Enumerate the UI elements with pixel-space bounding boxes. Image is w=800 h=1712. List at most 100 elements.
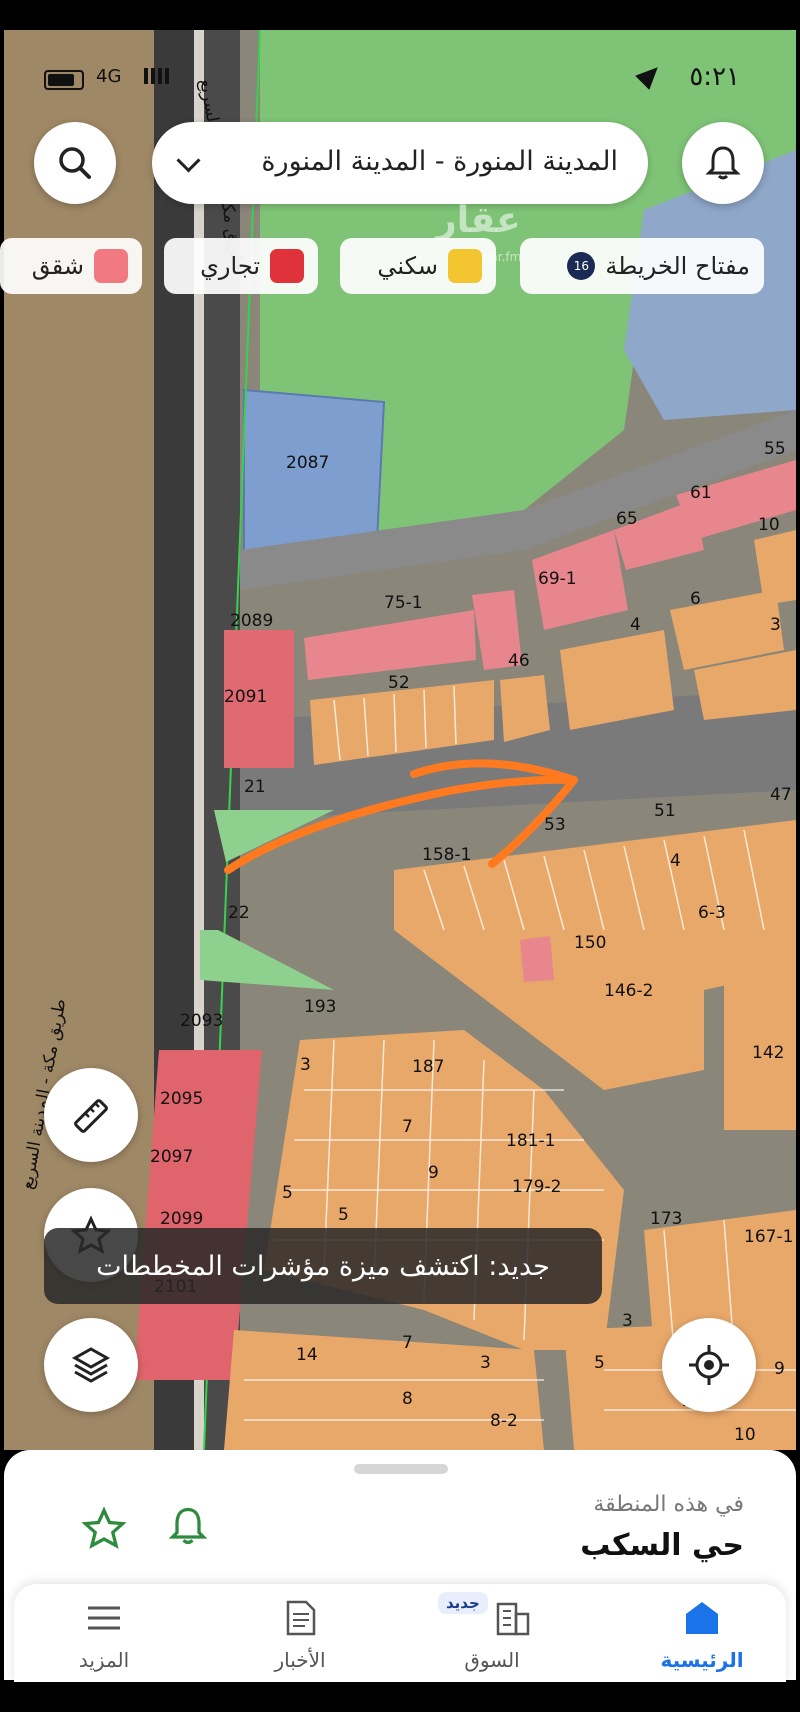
building-icon [496,1602,530,1636]
signal-icon [144,68,169,84]
my-location-button[interactable] [662,1318,756,1412]
plot-number-label: 179-2 [512,1177,561,1197]
legend-residential[interactable]: سكني [340,238,496,294]
map-key-label: مفتاح الخريطة [605,252,750,280]
residential-swatch [448,249,482,283]
legend-label: شقق [31,252,84,280]
plot-number-label: 47 [770,785,792,805]
crosshair-icon [689,1345,729,1385]
plot-number-label: 75-1 [384,593,423,613]
bell-icon [705,146,741,180]
market-new-badge: جديد [438,1592,488,1614]
nav-home[interactable]: الرئيسية [642,1592,762,1678]
favorite-area-button[interactable] [81,1506,132,1556]
menu-icon [88,1606,120,1630]
plot-number-label: 53 [544,815,566,835]
plot-number-label: 46 [508,651,530,671]
legend-apartments[interactable]: شقق [0,238,142,294]
location-arrow-icon [635,60,665,90]
plot-number-label: 21 [244,777,266,797]
location-label: المدينة المنورة - المدينة المنورة [261,146,618,177]
plot-number-label: 2095 [160,1089,203,1109]
nav-news-label: الأخبار [274,1648,326,1672]
plot-number-label: 5 [338,1205,349,1225]
commercial-swatch [270,249,304,283]
plot-number-label: 146-2 [604,981,653,1001]
home-icon [686,1602,718,1634]
plot-number-label: 4 [670,851,681,871]
feature-toast[interactable]: جديد: اكتشف ميزة مؤشرات المخططات [44,1228,602,1304]
notifications-button[interactable] [682,122,764,204]
sheet-drag-handle[interactable] [354,1464,448,1474]
nav-home-label: الرئيسية [660,1648,744,1672]
plot-number-label: 69-1 [538,569,577,589]
plot-number-label: 3 [480,1353,491,1373]
plot-number-label: 9 [428,1163,439,1183]
plot-number-label: 187 [412,1057,444,1077]
plot-number-label: 3 [622,1311,633,1331]
nav-news[interactable]: الأخبار [240,1592,360,1678]
plot-number-label: 10 [758,515,780,535]
plot-number-label: 181-1 [506,1131,555,1151]
plot-number-label: 14 [296,1345,318,1365]
location-selector[interactable]: المدينة المنورة - المدينة المنورة [152,122,648,204]
plot-number-label: 9 [774,1359,785,1379]
nav-more-label: المزيد [78,1648,130,1672]
plot-number-label: 10 [734,1425,756,1445]
plot-number-label: 8 [402,1389,413,1409]
plot-number-label: 5 [282,1183,293,1203]
plot-number-label: 2091 [224,687,267,707]
plot-number-label: 5 [594,1353,605,1373]
nav-more[interactable]: المزيد [44,1592,164,1678]
plot-number-label: 158-1 [422,845,471,865]
plot-number-label: 2097 [150,1147,193,1167]
search-button[interactable] [34,122,116,204]
status-bar: 4G ٥:٢١ [0,60,800,96]
plot-number-label: 173 [650,1209,682,1229]
chevron-down-icon [176,148,201,173]
plot-number-label: 8-2 [490,1411,518,1431]
apartments-swatch [94,249,128,283]
legend-commercial[interactable]: تجاري [164,238,318,294]
ruler-icon [74,1099,108,1133]
legend-label: تجاري [200,252,260,280]
map-key-button[interactable]: مفتاح الخريطة 16 [520,238,764,294]
network-type: 4G [96,66,122,87]
plot-number-label: 22 [228,903,250,923]
watermark-logo: عقار [436,200,521,241]
plot-number-label: 2089 [230,611,273,631]
plot-number-label: 3 [300,1055,311,1075]
star-icon [81,1506,127,1549]
battery-icon [44,70,84,90]
plot-number-label: 193 [304,997,336,1017]
plot-number-label: 3 [770,615,781,635]
plot-number-label: 2087 [286,453,329,473]
layers-button[interactable] [44,1318,138,1412]
app-screen: 2087 2089 2091 75-1 52 46 69-1 65 61 55 10 6 4 3 21 22 1… [0,0,800,1712]
plot-number-label: 65 [616,509,638,529]
plot-number-label: 61 [690,483,712,503]
legend-label: سكني [377,252,438,280]
map-key-badge: 16 [567,252,596,280]
area-subtitle: في هذه المنطقة [593,1492,744,1517]
plot-number-label: 6 [690,589,701,609]
plot-number-label: 142 [752,1043,784,1063]
plot-number-label: 150 [574,933,606,953]
plot-number-label: 6-3 [698,903,726,923]
bottom-nav: الرئيسية جديد السوق الأخبار المزيد [14,1584,786,1682]
nav-market-label: السوق [464,1648,520,1672]
plot-number-label: 2099 [160,1209,203,1229]
bell-icon [168,1507,208,1545]
plot-number-label: 7 [402,1117,413,1137]
search-icon [59,147,91,179]
plot-number-label: 167-1 [744,1227,793,1247]
plot-number-label: 2093 [180,1011,223,1031]
plot-number-label: 51 [654,801,676,821]
nav-market[interactable]: جديد السوق [432,1592,552,1678]
status-time: ٥:٢١ [689,62,740,92]
news-icon [286,1600,316,1636]
area-alert-button[interactable] [166,1504,216,1554]
measure-button[interactable] [44,1068,138,1162]
layers-icon [71,1347,111,1383]
plot-number-label: 4 [630,615,641,635]
